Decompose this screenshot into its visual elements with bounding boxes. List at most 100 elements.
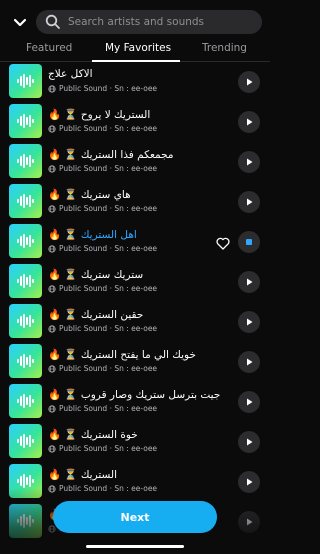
play-button[interactable] [238,111,260,133]
list-item[interactable]: 🔥 ⏳ ستريك ستريك Public Sound · Sn : ee-oe… [0,262,270,302]
sound-subtitle-text: Public Sound · Sn : ee-oee [59,404,158,413]
sound-thumbnail [9,104,42,138]
sound-subtitle-text: Public Sound · Sn : ee-oee [59,244,158,253]
sound-thumbnail [9,424,42,458]
play-button[interactable] [238,311,260,333]
play-button[interactable] [238,71,260,93]
globe-icon [48,84,56,93]
waveform-icon [16,194,34,208]
sound-subtitle-text: Public Sound · Sn : ee-oee [59,124,158,133]
next-button[interactable]: Next [53,501,217,533]
sound-subtitle-text: Public Sound · Sn : ee-oee [59,364,158,373]
top-bar: Search artists and sounds [0,0,270,40]
sound-subtitle: Public Sound · Sn : ee-oee [48,324,157,333]
tab-my-favorites[interactable]: My Favorites [105,42,171,54]
sound-thumbnail [9,184,42,218]
sound-subtitle-text: Public Sound · Sn : ee-oee [59,84,158,93]
sound-subtitle-text: Public Sound · Sn : ee-oee [59,164,158,173]
list-item[interactable]: 🔥 ⏳ خويك الي ما يفتح الستريك Public Sound… [0,342,270,382]
sound-subtitle: Public Sound · Sn : ee-oee [48,164,157,173]
waveform-icon [16,234,34,248]
sound-subtitle-text: Public Sound · Sn : ee-oee [59,324,158,333]
sound-title: الاكل علاج [48,68,93,80]
globe-icon [48,444,56,453]
play-button[interactable] [238,391,260,413]
sound-title: 🔥 ⏳ خويك الي ما يفتح الستريك [48,349,196,361]
play-icon [247,438,253,446]
play-icon [247,78,253,86]
sound-title: 🔥 ⏳ جيت بترسل ستريك وصار قروب [48,389,221,401]
sound-subtitle: Public Sound · Sn : ee-oee [48,404,157,413]
play-button[interactable] [238,431,260,453]
sound-subtitle: Public Sound · Sn : ee-oee [48,84,157,93]
waveform-icon [16,474,34,488]
globe-icon [48,364,56,373]
play-icon [247,278,253,286]
search-placeholder: Search artists and sounds [68,16,205,28]
play-icon [247,118,253,126]
list-item[interactable]: 🔥 ⏳ هاي ستريك Public Sound · Sn : ee-oee [0,182,270,222]
sound-title: 🔥 ⏳ مجمعكم فذا الستريك [48,149,174,161]
play-icon [247,478,253,486]
globe-icon [48,164,56,173]
sound-thumbnail [9,304,42,338]
waveform-icon [16,434,34,448]
list-item[interactable]: 🔥 ⏳ الستريك لا يروح Public Sound · Sn : e… [0,102,270,142]
sound-subtitle: Public Sound · Sn : ee-oee [48,444,157,453]
sound-title: 🔥 ⏳ هاي ستريك [48,189,131,201]
list-item[interactable]: 🔥 ⏳ جيت بترسل ستريك وصار قروب Public Soun… [0,382,270,422]
globe-icon [48,124,56,133]
waveform-icon [16,394,34,408]
sound-subtitle: Public Sound · Sn : ee-oee [48,124,157,133]
list-item[interactable]: الاكل علاج Public Sound · Sn : ee-oee [0,62,270,102]
list-item[interactable]: 🔥 ⏳ اهل الستريك Public Sound · Sn : ee-oe… [0,222,270,262]
waveform-icon [16,114,34,128]
search-icon [45,14,60,29]
play-button[interactable] [238,151,260,173]
sound-title: 🔥 ⏳ الستريك لا يروح [48,109,151,121]
list-item[interactable]: 🔥 ⏳ خوة الستريك Public Sound · Sn : ee-oe… [0,422,270,462]
tab-trending[interactable]: Trending [202,42,247,54]
play-button[interactable] [238,191,260,213]
list-item[interactable]: 🔥 ⏳ مجمعكم فذا الستريك Public Sound · Sn … [0,142,270,182]
tab-featured[interactable]: Featured [26,42,72,54]
sound-title: 🔥 ⏳ حقين الستريك [48,309,144,321]
sound-subtitle-text: Public Sound · Sn : ee-oee [59,204,158,213]
favorite-heart-icon[interactable] [216,235,230,250]
waveform-icon [16,314,34,328]
stop-button[interactable] [238,231,260,253]
sound-thumbnail [9,64,42,98]
globe-icon [48,404,56,413]
tab-bar: Featured My Favorites Trending [0,38,270,62]
waveform-icon [16,154,34,168]
sound-title: 🔥 ⏳ اهل الستريك [48,229,137,241]
play-icon [247,198,253,206]
sound-title: 🔥 ⏳ خوة الستريك [48,429,138,441]
waveform-icon [16,74,34,88]
globe-icon [48,324,56,333]
play-icon [247,398,253,406]
globe-icon [48,204,56,213]
play-button[interactable] [238,351,260,373]
globe-icon [48,244,56,253]
sound-subtitle-text: Public Sound · Sn : ee-oee [59,284,158,293]
sound-subtitle: Public Sound · Sn : ee-oee [48,244,157,253]
sound-thumbnail [9,384,42,418]
sound-thumbnail [9,344,42,378]
search-input[interactable]: Search artists and sounds [36,10,262,34]
waveform-icon [16,274,34,288]
sound-title: 🔥 ⏳ ستريك ستريك [48,269,144,281]
play-icon [247,358,253,366]
sound-thumbnail [9,224,42,258]
play-icon [247,158,253,166]
waveform-icon [16,354,34,368]
chevron-down-icon[interactable] [10,12,30,32]
list-item[interactable]: 🔥 ⏳ حقين الستريك Public Sound · Sn : ee-o… [0,302,270,342]
sound-subtitle: Public Sound · Sn : ee-oee [48,364,157,373]
sound-subtitle-text: Public Sound · Sn : ee-oee [59,444,158,453]
globe-icon [48,284,56,293]
play-button[interactable] [238,271,260,293]
sound-subtitle: Public Sound · Sn : ee-oee [48,204,157,213]
home-indicator [86,545,184,548]
sound-title: 🔥 ⏳ الستريك [48,469,118,481]
